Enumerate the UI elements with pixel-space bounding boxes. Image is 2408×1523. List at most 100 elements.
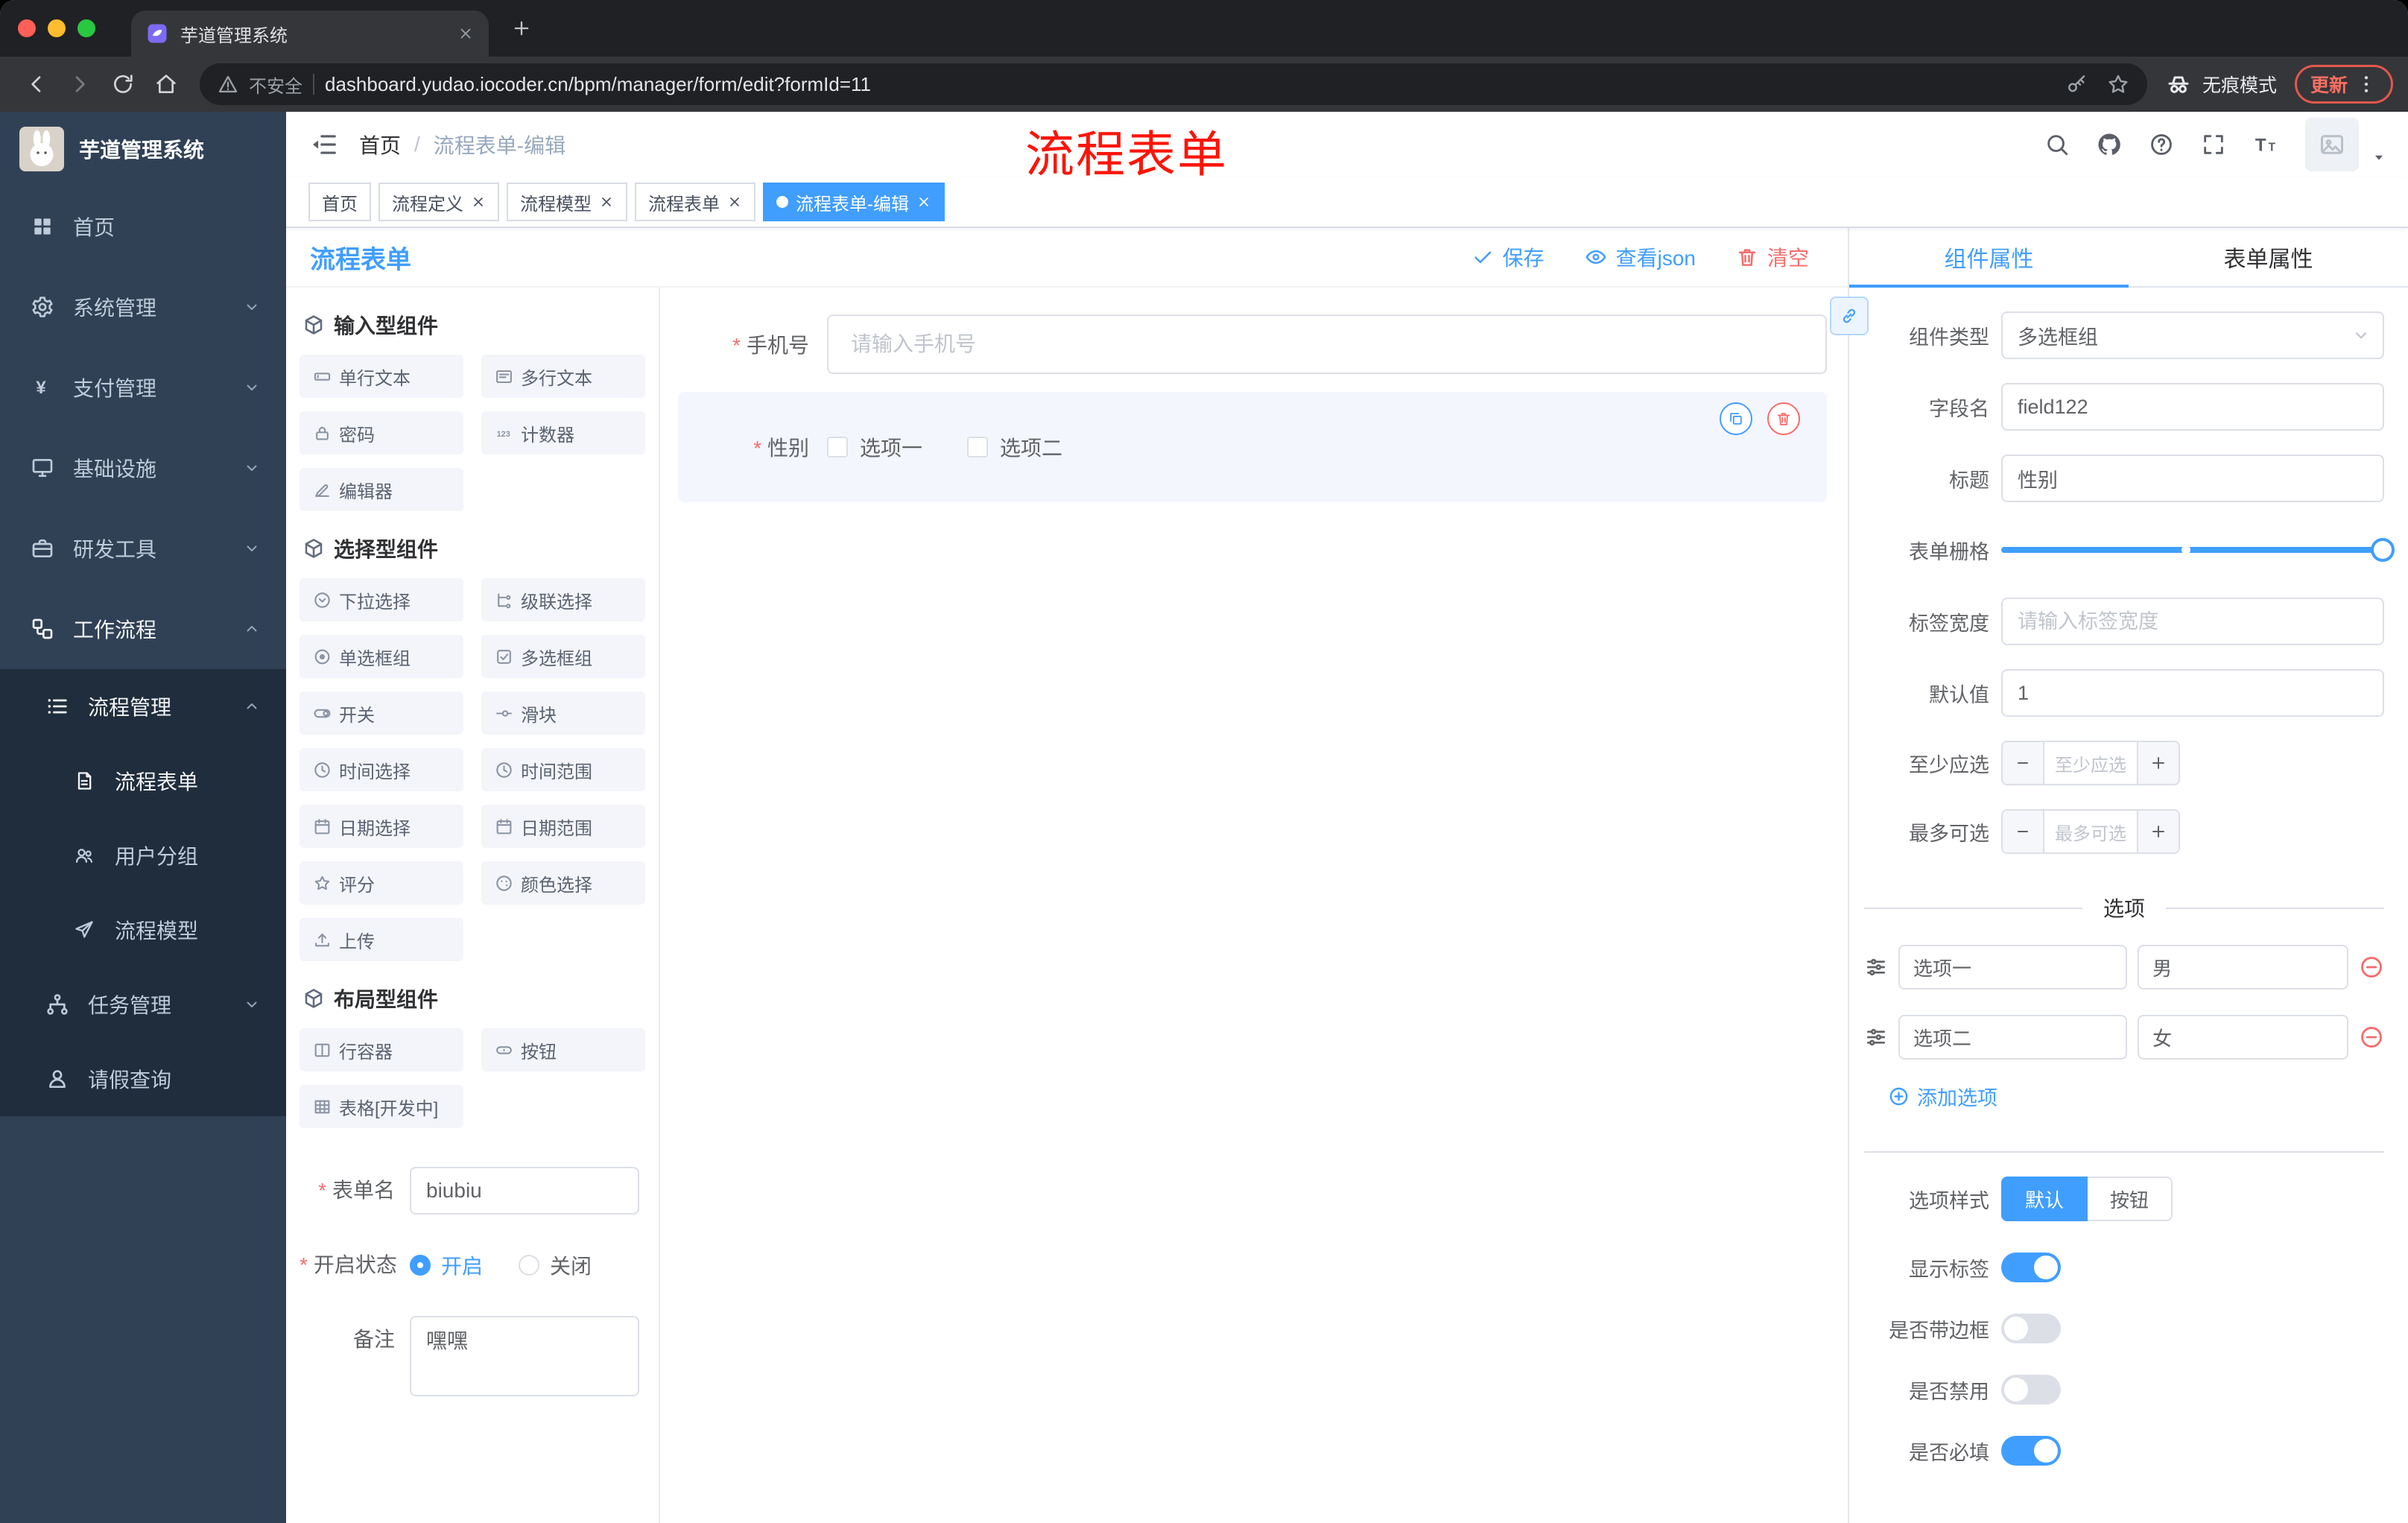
reload-button[interactable] (101, 63, 145, 105)
border-switch[interactable] (2001, 1314, 2061, 1343)
help-icon[interactable] (2149, 132, 2174, 157)
form-name-input[interactable] (410, 1167, 639, 1215)
palette-item-counter[interactable]: 123 计数器 (481, 411, 645, 455)
tag-process-form[interactable]: 流程表单 (635, 183, 755, 221)
tag-home[interactable]: 首页 (308, 183, 371, 221)
label-width-input[interactable] (2001, 598, 2384, 645)
tag-process-definition[interactable]: 流程定义 (378, 183, 499, 221)
palette-item-single-text[interactable]: 单行文本 (300, 355, 463, 398)
tag-process-form-edit[interactable]: 流程表单-编辑 (763, 183, 945, 221)
gender-option1-checkbox[interactable]: 选项一 (827, 432, 922, 462)
stepper-value[interactable]: 最多可选 (2044, 811, 2137, 852)
view-json-button[interactable]: 查看json (1585, 242, 1696, 272)
palette-item-date-picker[interactable]: 日期选择 (300, 805, 463, 848)
component-type-select[interactable]: 多选框组 (2001, 311, 2384, 359)
sidebar-item-devtools[interactable]: 研发工具 (0, 508, 286, 589)
palette-item-editor[interactable]: 编辑器 (300, 468, 463, 511)
status-off-radio[interactable]: 关闭 (519, 1250, 592, 1280)
palette-item-table[interactable]: 表格[开发中] (300, 1085, 463, 1128)
sidebar-item-process-management[interactable]: 流程管理 (0, 669, 286, 744)
avatar-caret-icon[interactable] (2371, 149, 2387, 165)
title-input[interactable] (2001, 455, 2384, 502)
form-remark-textarea[interactable]: 嘿嘿 (410, 1316, 639, 1396)
sidebar-item-system[interactable]: 系统管理 (0, 267, 286, 347)
breadcrumb-home[interactable]: 首页 (359, 130, 401, 159)
password-key-icon[interactable] (2065, 73, 2088, 95)
sidebar-item-process-form[interactable]: 流程表单 (0, 744, 286, 818)
tab-component-props[interactable]: 组件属性 (1849, 228, 2129, 288)
option-label-input[interactable] (1898, 945, 2128, 990)
option-value-input[interactable] (2138, 1015, 2348, 1060)
drag-handle-icon[interactable] (1864, 1025, 1888, 1049)
browser-tab[interactable]: 芋道管理系统 (131, 10, 489, 57)
disabled-switch[interactable] (2001, 1375, 2061, 1405)
stepper-increase-button[interactable] (2137, 742, 2179, 784)
sidebar-item-process-model[interactable]: 流程模型 (0, 893, 286, 967)
palette-item-checkbox-group[interactable]: 多选框组 (481, 635, 645, 678)
remove-option-icon[interactable] (2359, 1025, 2384, 1050)
palette-item-date-range[interactable]: 日期范围 (481, 805, 645, 848)
palette-item-switch[interactable]: 开关 (300, 691, 463, 735)
option-label-input[interactable] (1898, 1015, 2128, 1060)
security-warning-icon[interactable] (218, 74, 238, 95)
default-value-input[interactable] (2001, 669, 2384, 717)
browser-menu-icon[interactable] (2355, 73, 2377, 95)
sidebar-item-leave-query[interactable]: 请假查询 (0, 1042, 286, 1116)
delete-field-button[interactable] (1767, 402, 1800, 435)
sidebar-item-task-management[interactable]: 任务管理 (0, 967, 286, 1042)
tab-form-props[interactable]: 表单属性 (2129, 228, 2408, 286)
stepper-decrease-button[interactable] (2003, 742, 2044, 784)
palette-item-time-range[interactable]: 时间范围 (481, 748, 645, 791)
bookmark-star-icon[interactable] (2107, 73, 2129, 95)
style-button-button[interactable]: 按钮 (2088, 1177, 2173, 1221)
palette-item-button[interactable]: 按钮 (481, 1028, 645, 1071)
palette-item-cascader[interactable]: 级联选择 (481, 578, 645, 621)
sidebar-item-workflow[interactable]: 工作流程 (0, 589, 286, 669)
sidebar-item-user-group[interactable]: 用户分组 (0, 818, 286, 893)
link-fab-button[interactable] (1830, 297, 1869, 335)
add-option-button[interactable]: 添加选项 (1888, 1082, 2408, 1111)
fullscreen-icon[interactable] (2201, 132, 2226, 157)
palette-item-slider[interactable]: 滑块 (481, 691, 645, 735)
clear-button[interactable]: 清空 (1736, 242, 1809, 272)
slider-handle[interactable] (2371, 538, 2395, 562)
tag-process-model[interactable]: 流程模型 (507, 183, 627, 221)
gender-option2-checkbox[interactable]: 选项二 (967, 432, 1062, 462)
github-icon[interactable] (2097, 132, 2122, 157)
app-logo[interactable]: 芋道管理系统 (0, 112, 286, 186)
copy-field-button[interactable] (1720, 402, 1752, 435)
phone-field-row[interactable]: 手机号 (678, 314, 1827, 374)
window-minimize-button[interactable] (48, 19, 66, 37)
font-size-icon[interactable]: TT (2253, 132, 2278, 157)
gender-field-block[interactable]: 性别 选项一 选项二 (678, 392, 1827, 502)
address-bar[interactable]: 不安全 dashboard.yudao.iocoder.cn/bpm/manag… (200, 63, 2147, 105)
forward-button[interactable] (58, 63, 101, 105)
drag-handle-icon[interactable] (1864, 955, 1888, 979)
slider-track[interactable] (2001, 538, 2395, 562)
stepper-increase-button[interactable] (2137, 811, 2179, 852)
status-on-radio[interactable]: 开启 (410, 1250, 483, 1280)
tab-close-icon[interactable] (457, 25, 474, 42)
tag-close-icon[interactable] (916, 194, 931, 209)
back-button[interactable] (15, 63, 58, 105)
save-button[interactable]: 保存 (1471, 242, 1544, 272)
sidebar-collapse-button[interactable] (310, 130, 338, 159)
tag-close-icon[interactable] (599, 194, 614, 209)
option-value-input[interactable] (2138, 945, 2348, 990)
sidebar-item-payment[interactable]: ¥ 支付管理 (0, 347, 286, 428)
browser-update-button[interactable]: 更新 (2294, 65, 2393, 104)
new-tab-button[interactable] (501, 7, 542, 49)
palette-item-row-container[interactable]: 行容器 (300, 1028, 463, 1071)
user-avatar[interactable] (2305, 118, 2359, 171)
palette-item-time-picker[interactable]: 时间选择 (300, 748, 463, 791)
window-zoom-button[interactable] (77, 19, 95, 37)
search-icon[interactable] (2044, 132, 2070, 157)
palette-item-radio-group[interactable]: 单选框组 (300, 635, 463, 678)
tag-close-icon[interactable] (471, 194, 486, 209)
remove-option-icon[interactable] (2359, 954, 2384, 980)
palette-item-password[interactable]: 密码 (300, 411, 463, 455)
palette-item-rate[interactable]: 评分 (300, 861, 463, 905)
required-switch[interactable] (2001, 1436, 2061, 1466)
phone-input[interactable] (827, 314, 1827, 374)
sidebar-item-home[interactable]: 首页 (0, 186, 286, 267)
